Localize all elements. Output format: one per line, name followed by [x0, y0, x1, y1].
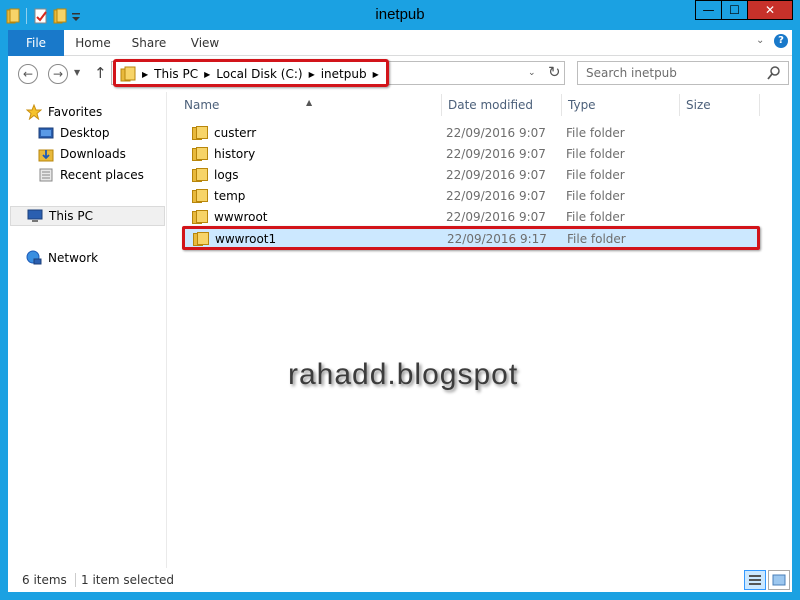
file-name: custerr [214, 126, 257, 140]
sort-ascending-icon: ▲ [306, 98, 313, 107]
maximize-icon: ☐ [729, 3, 740, 17]
status-bar: 6 items 1 item selected [8, 568, 792, 592]
recent-places-icon [39, 168, 53, 182]
tab-file[interactable]: File [8, 30, 64, 56]
refresh-icon[interactable]: ↻ [548, 63, 561, 81]
navigation-pane: Favorites Desktop Downloads Recent place… [8, 92, 166, 568]
downloads-icon [38, 149, 54, 162]
file-date: 22/09/2016 9:07 [446, 147, 546, 161]
selection-count: 1 item selected [81, 573, 175, 587]
close-icon: ✕ [764, 3, 776, 17]
back-arrow-icon: ← [22, 67, 34, 81]
file-type: File folder [566, 210, 625, 224]
explorer-body: Favorites Desktop Downloads Recent place… [8, 92, 792, 568]
forward-button[interactable]: → [48, 64, 68, 84]
details-view-icon [749, 575, 761, 585]
title-bar[interactable]: inetpub — ☐ ✕ [0, 0, 800, 30]
file-date: 22/09/2016 9:07 [446, 126, 546, 140]
sidebar-item-desktop[interactable]: Desktop [38, 123, 110, 143]
folder-icon [192, 126, 208, 140]
minimize-button[interactable]: — [695, 0, 721, 20]
file-row-wwwroot[interactable]: wwwroot 22/09/2016 9:07 File folder [184, 207, 760, 228]
sidebar-label: Recent places [60, 168, 144, 182]
watermark-text: rahadd.blogspot [288, 358, 519, 391]
sidebar-item-favorites[interactable]: Favorites [26, 102, 102, 122]
file-row-history[interactable]: history 22/09/2016 9:07 File folder [184, 144, 760, 165]
large-icons-view-button[interactable] [768, 570, 790, 590]
sidebar-label: Downloads [60, 147, 126, 161]
column-header-type[interactable]: Type [562, 94, 680, 116]
sidebar-label: This PC [49, 209, 93, 223]
pane-divider[interactable] [166, 92, 167, 568]
column-header-name[interactable]: Name ▲ [178, 94, 442, 116]
folder-icon [192, 189, 208, 203]
desktop-icon [38, 127, 54, 139]
file-type: File folder [566, 168, 625, 182]
computer-icon [27, 209, 43, 222]
sidebar-item-downloads[interactable]: Downloads [38, 144, 126, 164]
network-icon [26, 250, 42, 265]
forward-arrow-icon: → [52, 67, 64, 81]
tab-share[interactable]: Share [124, 30, 174, 56]
file-date: 22/09/2016 9:07 [446, 189, 546, 203]
expand-ribbon-icon[interactable]: ⌄ [756, 35, 764, 46]
sidebar-item-network[interactable]: Network [26, 248, 98, 268]
search-placeholder: Search inetpub [586, 66, 677, 80]
folder-icon [192, 147, 208, 161]
folder-icon [192, 168, 208, 182]
file-row-temp[interactable]: temp 22/09/2016 9:07 File folder [184, 186, 760, 207]
file-list: Name ▲ Date modified Type Size custerr 2… [178, 92, 792, 568]
file-row-logs[interactable]: logs 22/09/2016 9:07 File folder [184, 165, 760, 186]
minimize-icon: — [702, 3, 715, 17]
window-title: inetpub [375, 6, 425, 23]
column-header-size[interactable]: Size [680, 94, 760, 116]
status-divider [75, 573, 76, 587]
column-label: Type [568, 98, 596, 112]
search-input[interactable]: Search inetpub [577, 61, 789, 85]
up-arrow-icon[interactable]: ↑ [94, 64, 107, 82]
file-row-custerr[interactable]: custerr 22/09/2016 9:07 File folder [184, 123, 760, 144]
close-button[interactable]: ✕ [747, 0, 793, 20]
large-icons-view-icon [772, 574, 786, 586]
tab-view[interactable]: View [180, 30, 230, 56]
file-name: wwwroot [214, 210, 268, 224]
tab-home[interactable]: Home [68, 30, 118, 56]
row-highlight-box [182, 226, 760, 250]
file-type: File folder [566, 147, 625, 161]
back-button[interactable]: ← [18, 64, 38, 84]
file-name: history [214, 147, 256, 161]
file-date: 22/09/2016 9:07 [446, 168, 546, 182]
sidebar-item-this-pc[interactable]: This PC [10, 206, 165, 226]
sidebar-label: Favorites [48, 105, 103, 119]
file-name: logs [214, 168, 239, 182]
recent-locations-dropdown-icon[interactable]: ▼ [74, 68, 80, 77]
address-dropdown-icon[interactable]: ⌄ [528, 68, 536, 78]
folder-icon [192, 210, 208, 224]
column-label: Date modified [448, 98, 534, 112]
file-type: File folder [566, 126, 625, 140]
file-type: File folder [566, 189, 625, 203]
navigation-bar: ← → ▼ ↑ ▶ This PC ▶ Local Disk (C:) ▶ in… [8, 56, 792, 92]
details-view-button[interactable] [744, 570, 766, 590]
sidebar-label: Network [48, 251, 99, 265]
explorer-window: inetpub — ☐ ✕ File Home Share View ⌄ ? ←… [0, 0, 800, 600]
item-count: 6 items [22, 573, 67, 587]
help-icon[interactable]: ? [774, 34, 788, 48]
maximize-button[interactable]: ☐ [721, 0, 747, 20]
column-label: Name [184, 98, 220, 112]
ribbon-tabs: File Home Share View ⌄ ? [8, 30, 792, 56]
file-name: temp [214, 189, 246, 203]
column-header-date[interactable]: Date modified [442, 94, 562, 116]
file-date: 22/09/2016 9:07 [446, 210, 546, 224]
column-label: Size [686, 98, 711, 112]
sidebar-item-recent-places[interactable]: Recent places [38, 165, 144, 185]
star-icon [26, 104, 42, 120]
address-highlight-box [113, 59, 389, 87]
sidebar-label: Desktop [60, 126, 110, 140]
search-icon[interactable] [766, 65, 782, 81]
